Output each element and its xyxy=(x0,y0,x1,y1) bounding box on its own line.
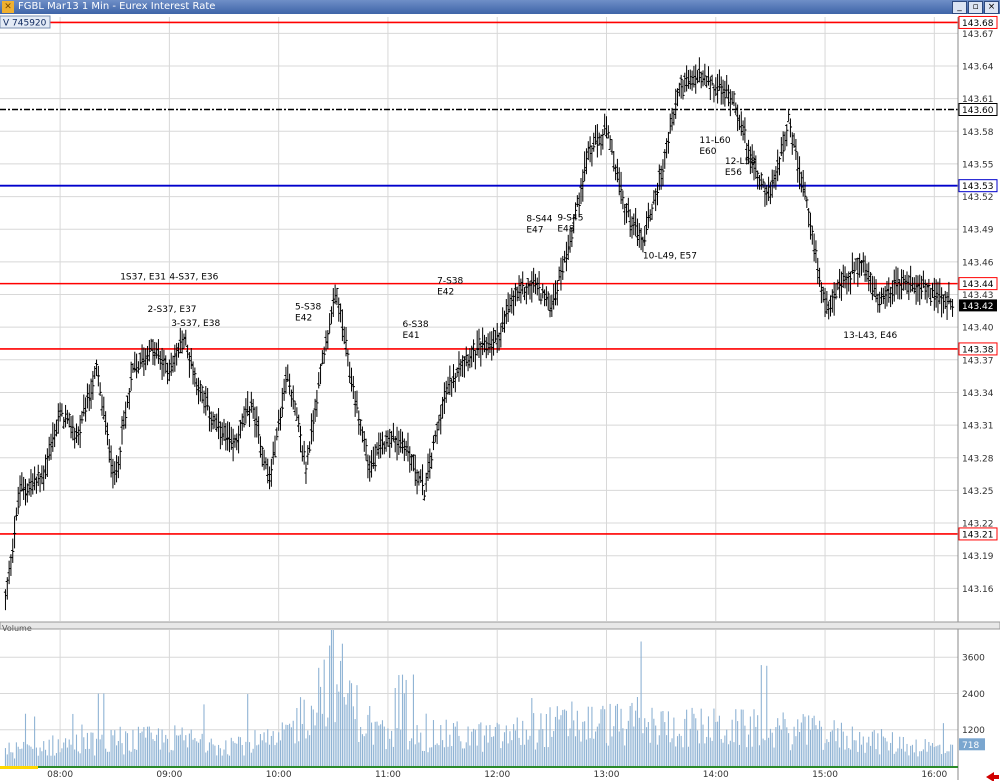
price-tick-label: 143.64 xyxy=(962,62,994,72)
trade-annotation-label: 8-S44 xyxy=(526,215,552,225)
last-price-label: 143.42 xyxy=(962,302,994,312)
level-label: 143.21 xyxy=(962,530,994,540)
trade-annotation-label: 7-S38 xyxy=(437,277,463,287)
chart-area: 143.68 143.60 143.53 143.44 143.38 143.21 1S3… xyxy=(0,14,1000,781)
price-tick-label: 143.16 xyxy=(962,585,994,595)
volume-tick-label: 3600 xyxy=(962,654,985,664)
info-badge: V 745920 xyxy=(3,19,47,29)
trade-annotation-label: E56 xyxy=(725,168,742,178)
price-pane-bg xyxy=(0,17,958,621)
trade-annotation-label: E42 xyxy=(295,314,312,324)
trade-annotation-label: 1S37, E31 xyxy=(120,272,166,282)
volume-tick-label: 1200 xyxy=(962,726,985,736)
price-tick-label: 143.37 xyxy=(962,356,994,366)
window-title: FGBL Mar13 1 Min - Eurex Interest Rate xyxy=(18,1,216,12)
trade-annotation-label: 4-S37, E36 xyxy=(169,272,218,282)
maximize-button[interactable]: ▫ xyxy=(968,1,983,14)
time-tick-label: 09:00 xyxy=(156,770,182,780)
price-tick-label: 143.49 xyxy=(962,226,994,236)
price-tick-label: 143.58 xyxy=(962,128,994,138)
price-tick-label: 143.67 xyxy=(962,30,994,40)
volume-pane-label: Volume xyxy=(2,624,32,633)
trade-annotation-label: E47 xyxy=(526,226,543,236)
window-title-bar: ✕ FGBL Mar13 1 Min - Eurex Interest Rate… xyxy=(0,0,1000,14)
level-label: 143.68 xyxy=(962,19,994,29)
trade-annotation-label: 11-L60 xyxy=(699,136,730,146)
trade-annotation-label: E60 xyxy=(699,147,716,157)
grid xyxy=(0,17,958,766)
time-tick-label: 08:00 xyxy=(47,770,73,780)
price-tick-label: 143.28 xyxy=(962,454,994,464)
price-tick-label: 143.55 xyxy=(962,160,994,170)
app-icon: ✕ xyxy=(2,1,14,13)
price-tick-label: 143.34 xyxy=(962,389,994,399)
trade-annotation-label: 10-L49, E57 xyxy=(643,252,697,262)
trade-annotation-label: E42 xyxy=(437,288,454,298)
trade-annotation-label: E48 xyxy=(557,225,574,235)
last-volume-label: 718 xyxy=(962,741,979,751)
price-tick-label: 143.52 xyxy=(962,193,994,203)
price-tick-label: 143.40 xyxy=(962,324,994,334)
price-tick-label: 143.61 xyxy=(962,95,994,105)
trade-annotation-label: 12-L58 xyxy=(725,157,756,167)
time-tick-label: 11:00 xyxy=(375,770,401,780)
pane-splitter xyxy=(0,621,1000,630)
level-label: 143.60 xyxy=(962,106,994,116)
trade-annotation-label: E41 xyxy=(403,331,420,341)
time-tick-label: 10:00 xyxy=(266,770,292,780)
trade-annotation-label: 5-S38 xyxy=(295,303,321,313)
price-tick-label: 143.31 xyxy=(962,422,994,432)
trade-annotation-label: 6-S38 xyxy=(403,320,429,330)
trade-annotation-label: 13-L43, E46 xyxy=(843,331,897,341)
chart-svg: 143.68 143.60 143.53 143.44 143.38 143.21 1S3… xyxy=(0,15,1000,781)
trade-annotation-label: 3-S37, E38 xyxy=(171,319,220,329)
level-label: 143.53 xyxy=(962,182,994,192)
scroll-arrow-icon xyxy=(986,772,999,781)
minimize-button[interactable]: _ xyxy=(952,1,967,14)
price-tick-label: 143.22 xyxy=(962,520,994,530)
close-button[interactable]: × xyxy=(984,1,999,14)
price-tick-label: 143.19 xyxy=(962,552,994,562)
time-tick-label: 12:00 xyxy=(484,770,510,780)
level-label: 143.38 xyxy=(962,345,994,355)
price-tick-label: 143.46 xyxy=(962,258,994,268)
volume-tick-label: 2400 xyxy=(962,690,985,700)
trade-annotation-label: 2-S37, E37 xyxy=(148,305,197,315)
trade-annotation-label: 9-S45 xyxy=(557,214,583,224)
price-tick-label: 143.25 xyxy=(962,487,994,497)
level-label: 143.44 xyxy=(962,280,994,290)
time-tick-label: 14:00 xyxy=(703,770,729,780)
time-tick-label: 15:00 xyxy=(812,770,838,780)
time-tick-label: 13:00 xyxy=(594,770,620,780)
time-tick-label: 16:00 xyxy=(921,770,947,780)
session-marker xyxy=(0,766,38,769)
